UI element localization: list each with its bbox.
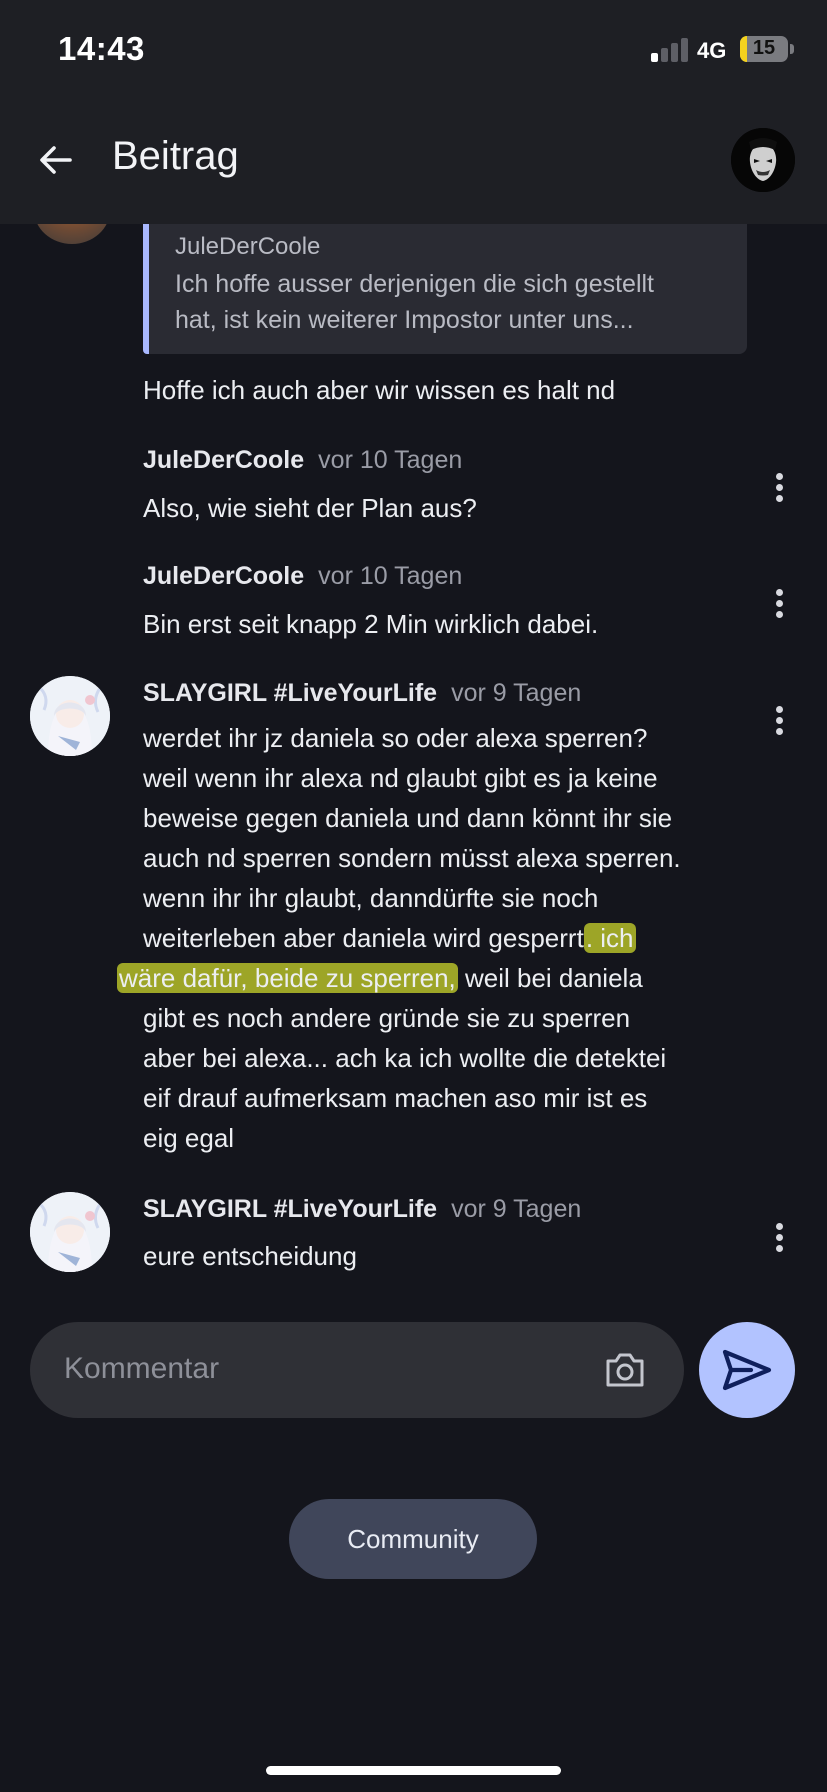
more-vert-icon[interactable]	[772, 706, 786, 736]
comment-thread: JuleDerCoole Ich hoffe ausser derjenigen…	[0, 176, 827, 1324]
status-time: 14:43	[58, 30, 145, 67]
quote-text: Ich hoffe ausser derjenigen die sich ges…	[175, 270, 655, 334]
more-vert-icon[interactable]	[772, 473, 786, 503]
comment-header: SLAYGIRL #LiveYourLife vor 9 Tagen	[143, 679, 581, 708]
community-button[interactable]: Community	[289, 1499, 537, 1579]
app-header: Beitrag	[0, 96, 827, 224]
camera-icon[interactable]	[604, 1352, 646, 1388]
post-screen: 14:43 4G 15 Beitrag JuleDerCoole Ich hof…	[0, 0, 827, 1792]
comment-input[interactable]: Kommentar	[30, 1322, 684, 1418]
comment-time: vor 10 Tagen	[318, 446, 463, 474]
arrow-left-icon[interactable]	[36, 140, 76, 180]
more-vert-icon[interactable]	[772, 589, 786, 619]
more-vert-icon[interactable]	[772, 1223, 786, 1253]
send-button[interactable]	[699, 1322, 795, 1418]
comment-author[interactable]: SLAYGIRL #LiveYourLife	[143, 1195, 437, 1223]
avatar[interactable]	[30, 676, 110, 756]
text-line: weiterleben aber daniela wird gesperrt. …	[143, 923, 636, 953]
status-bar: 14:43 4G 15	[0, 0, 827, 96]
comment-text: werdet ihr jz daniela so oder alexa sper…	[117, 723, 681, 1153]
battery-cap	[790, 44, 794, 54]
quoted-comment: JuleDerCoole Ich hoffe ausser derjenigen…	[143, 224, 747, 354]
comment-header: JuleDerCoole vor 10 Tagen	[143, 562, 462, 591]
anime-girl-avatar	[30, 1192, 110, 1272]
profile-avatar[interactable]	[731, 128, 795, 192]
comment-time: vor 9 Tagen	[451, 1195, 582, 1223]
home-indicator[interactable]	[266, 1766, 561, 1775]
quote-author: JuleDerCoole	[175, 233, 321, 260]
comment-header: JuleDerCoole vor 10 Tagen	[143, 446, 462, 475]
anime-girl-avatar	[30, 676, 110, 756]
signal-icon	[651, 36, 691, 62]
comment-time: vor 10 Tagen	[318, 562, 463, 590]
network-type: 4G	[697, 38, 727, 63]
page-title: Beitrag	[112, 134, 239, 178]
comment-author[interactable]: SLAYGIRL #LiveYourLife	[143, 679, 437, 707]
comment-text: Also, wie sieht der Plan aus?	[143, 493, 477, 523]
send-icon	[722, 1349, 772, 1391]
comment-header: SLAYGIRL #LiveYourLife vor 9 Tagen	[143, 1195, 581, 1224]
comment-time: vor 9 Tagen	[451, 679, 582, 707]
mask-icon	[731, 128, 795, 192]
battery-icon: 15	[740, 36, 788, 62]
battery-level: 15	[752, 37, 776, 59]
comment-author[interactable]: JuleDerCoole	[143, 446, 304, 474]
comment-text: eure entscheidung	[143, 1241, 357, 1271]
comment-author[interactable]: JuleDerCoole	[143, 562, 304, 590]
highlight: wäre dafür, beide zu sperren,	[117, 963, 458, 993]
comment-text: Bin erst seit knapp 2 Min wirklich dabei…	[143, 609, 599, 639]
highlight: . ich	[583, 923, 636, 953]
reply-text: Hoffe ich auch aber wir wissen es halt n…	[143, 375, 616, 405]
avatar[interactable]	[30, 1192, 110, 1272]
comment-placeholder: Kommentar	[64, 1352, 220, 1385]
text-line: wäre dafür, beide zu sperren, weil bei d…	[117, 963, 643, 993]
